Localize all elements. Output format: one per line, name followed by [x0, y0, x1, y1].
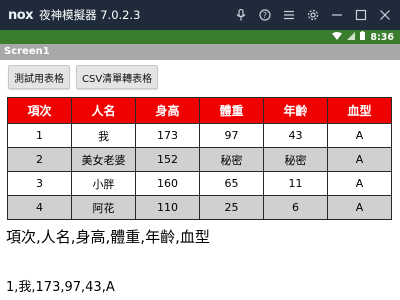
emulator-title: 夜神模擬器 7.0.2.3: [39, 8, 141, 22]
csv-header-line: 項次,人名,身高,體重,年齡,血型: [6, 228, 210, 246]
battery-icon: [360, 31, 366, 43]
status-time: 8:36: [370, 31, 394, 43]
test-table-button[interactable]: 測試用表格: [8, 65, 70, 89]
table-cell: 152: [135, 147, 200, 172]
table-cell: 43: [263, 123, 328, 148]
restore-icon[interactable]: [352, 6, 370, 24]
signal-icon: [347, 31, 356, 43]
table-cell: A: [327, 123, 392, 148]
table-cell: A: [327, 195, 392, 220]
table-cell: 6: [263, 195, 328, 220]
table-row: 4 阿花 110 25 6 A: [7, 195, 392, 220]
table-cell: 我: [71, 123, 136, 148]
svg-text:?: ?: [263, 11, 267, 20]
emulator-titlebar: nox 夜神模擬器 7.0.2.3 ?: [0, 0, 400, 30]
table-row: 1 我 173 97 43 A: [7, 123, 392, 148]
table-cell: 4: [7, 195, 72, 220]
header-age: 年齡: [263, 97, 328, 124]
table-cell: 173: [135, 123, 200, 148]
android-status-bar: 8:36: [0, 30, 400, 44]
screen-title-bar: Screen1: [0, 44, 400, 60]
table-cell: 美女老婆: [71, 147, 136, 172]
table-cell: 97: [199, 123, 264, 148]
header-height: 身高: [135, 97, 200, 124]
settings-icon[interactable]: [304, 6, 322, 24]
help-icon[interactable]: ?: [256, 6, 274, 24]
header-weight: 體重: [199, 97, 264, 124]
header-blood-type: 血型: [327, 97, 392, 124]
wifi-icon: [332, 31, 343, 43]
table-cell: 秘密: [199, 147, 264, 172]
table-cell: 2: [7, 147, 72, 172]
table-cell: 110: [135, 195, 200, 220]
close-icon[interactable]: [376, 6, 394, 24]
table-row: 3 小胖 160 65 11 A: [7, 171, 392, 196]
screen-title: Screen1: [4, 46, 50, 57]
table-cell: 秘密: [263, 147, 328, 172]
table-cell: 65: [199, 171, 264, 196]
csv-data-line: 1,我,173,97,43,A: [6, 280, 115, 295]
microphone-icon[interactable]: [232, 6, 250, 24]
table-cell: 小胖: [71, 171, 136, 196]
table-cell: 阿花: [71, 195, 136, 220]
window-controls: ?: [232, 0, 394, 30]
minimize-icon[interactable]: [328, 6, 346, 24]
table-row: 2 美女老婆 152 秘密 秘密 A: [7, 147, 392, 172]
nox-logo: nox: [8, 7, 34, 23]
table-header-row: 項次 人名 身高 體重 年齡 血型: [7, 97, 392, 124]
menu-icon[interactable]: [280, 6, 298, 24]
csv-to-table-button[interactable]: CSV清單轉表格: [76, 65, 159, 89]
button-row: 測試用表格 CSV清單轉表格: [8, 65, 159, 89]
table-cell: 3: [7, 171, 72, 196]
table-cell: A: [327, 171, 392, 196]
table-cell: 25: [199, 195, 264, 220]
table-cell: 160: [135, 171, 200, 196]
table-cell: 1: [7, 123, 72, 148]
data-table: 項次 人名 身高 體重 年齡 血型 1 我 173 97 43 A 2 美女老婆…: [7, 97, 392, 220]
header-index: 項次: [7, 97, 72, 124]
header-name: 人名: [71, 97, 136, 124]
table-cell: 11: [263, 171, 328, 196]
table-cell: A: [327, 147, 392, 172]
